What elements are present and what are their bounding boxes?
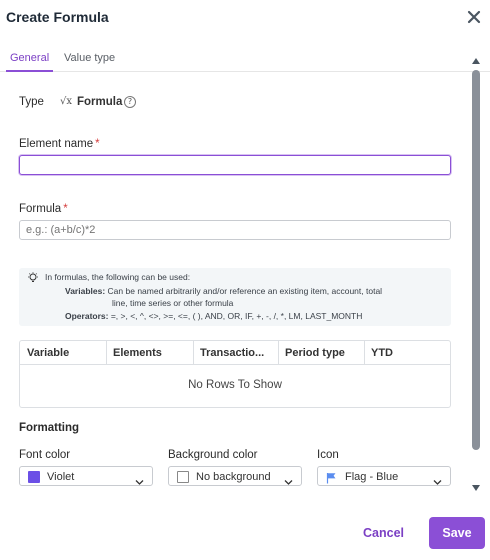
- lightbulb-icon: [27, 271, 39, 283]
- create-formula-dialog: Create Formula General Value type Type √…: [0, 0, 490, 560]
- flag-icon: [326, 471, 337, 484]
- dialog-title: Create Formula: [6, 9, 109, 25]
- variables-key: Variables:: [65, 286, 106, 296]
- tab-bar: General Value type: [0, 46, 490, 72]
- background-color-select[interactable]: No background: [168, 466, 302, 486]
- chevron-down-icon: [284, 473, 293, 485]
- background-color-label: Background color: [168, 449, 258, 461]
- info-variables: Variables: Can be named arbitrarily and/…: [65, 286, 382, 296]
- save-button[interactable]: Save: [429, 517, 485, 549]
- dialog-content: Type √x Formula ? Element name * Formula *…: [0, 72, 465, 512]
- element-name-input[interactable]: [19, 155, 451, 175]
- scroll-down-icon[interactable]: [471, 480, 481, 491]
- element-name-label-text: Element name: [19, 138, 94, 150]
- variables-text: Can be named arbitrarily and/or referenc…: [107, 286, 383, 296]
- formatting-title: Formatting: [19, 422, 80, 434]
- formula-input[interactable]: [19, 220, 451, 240]
- font-color-label: Font color: [19, 449, 71, 461]
- empty-swatch: [177, 471, 189, 483]
- required-marker: *: [63, 203, 68, 215]
- tab-general[interactable]: General: [10, 52, 49, 64]
- help-circle-icon[interactable]: ?: [124, 96, 136, 108]
- formula-label: Formula *: [19, 203, 68, 215]
- formula-type-icon: √x: [60, 96, 73, 107]
- violet-swatch: [28, 471, 40, 483]
- scrollbar-thumb[interactable]: [472, 70, 480, 450]
- font-color-value: Violet: [47, 471, 75, 483]
- tab-value-type[interactable]: Value type: [64, 52, 115, 64]
- cancel-button[interactable]: Cancel: [363, 526, 404, 540]
- required-marker: *: [95, 138, 100, 150]
- dialog-footer: Cancel Save: [0, 512, 490, 560]
- info-operators: Operators: =, >, <, ^, <>, >=, <=, ( ), …: [65, 311, 362, 321]
- formula-label-text: Formula: [19, 203, 62, 215]
- grid-header: Variable Elements Transactio... Period t…: [20, 341, 450, 365]
- formula-help-box: In formulas, the following can be used: …: [19, 268, 451, 326]
- column-header-transactions[interactable]: Transactio...: [193, 341, 278, 365]
- chevron-down-icon: [135, 473, 144, 485]
- icon-select[interactable]: Flag - Blue: [317, 466, 451, 486]
- column-header-period-type[interactable]: Period type: [278, 341, 364, 365]
- variables-grid: Variable Elements Transactio... Period t…: [19, 340, 451, 408]
- empty-grid-message: No Rows To Show: [188, 379, 282, 391]
- type-value: Formula: [77, 96, 123, 108]
- icon-value: Flag - Blue: [345, 471, 399, 483]
- background-color-value: No background: [196, 471, 271, 483]
- element-name-label: Element name *: [19, 138, 100, 150]
- icon-label: Icon: [317, 449, 339, 461]
- close-icon[interactable]: [465, 8, 483, 26]
- operators-text: =, >, <, ^, <>, >=, <=, ( ), AND, OR, IF…: [110, 311, 363, 321]
- operators-key: Operators:: [65, 311, 109, 321]
- chevron-down-icon: [433, 473, 442, 485]
- type-label: Type: [19, 96, 44, 108]
- info-intro: In formulas, the following can be used:: [45, 272, 191, 282]
- column-header-variable[interactable]: Variable: [20, 341, 106, 365]
- font-color-select[interactable]: Violet: [19, 466, 153, 486]
- column-header-elements[interactable]: Elements: [106, 341, 193, 365]
- scroll-up-icon[interactable]: [471, 53, 481, 64]
- info-variables-cont: line, time series or other formula: [112, 298, 234, 308]
- column-header-ytd[interactable]: YTD: [364, 341, 450, 365]
